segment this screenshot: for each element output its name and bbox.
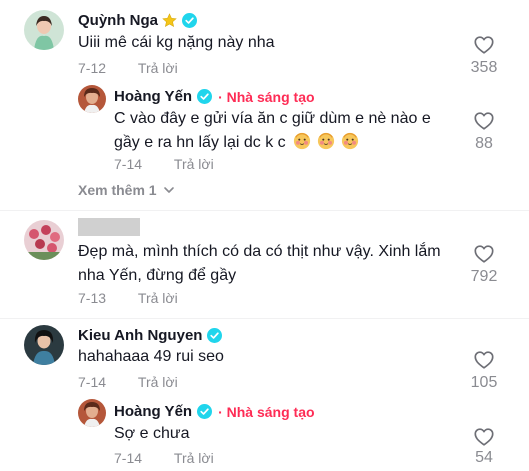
heart-icon[interactable]	[473, 243, 495, 265]
divider	[0, 318, 529, 319]
like-button[interactable]: 358	[464, 34, 504, 77]
like-count: 54	[475, 449, 493, 466]
redacted-username	[78, 218, 140, 236]
like-button[interactable]: 54	[464, 426, 504, 467]
avatar[interactable]	[78, 85, 106, 113]
creator-tag: · Nhà sáng tạo	[218, 88, 315, 105]
creator-tag: · Nhà sáng tạo	[218, 403, 315, 420]
comment-date: 7-12	[78, 60, 107, 76]
comment-text: hahahaaa 49 rui seo	[78, 348, 224, 365]
avatar[interactable]	[24, 325, 64, 365]
reply-date: 7-14	[114, 156, 143, 172]
view-more-replies-button[interactable]: Xem thêm 1	[78, 182, 175, 198]
divider	[0, 210, 529, 211]
reply-username[interactable]: Hoàng Yến	[114, 88, 192, 105]
chevron-down-icon[interactable]	[163, 184, 175, 196]
heart-icon[interactable]	[473, 34, 495, 56]
reply-button[interactable]: Trả lời	[138, 290, 178, 306]
reply-button[interactable]: Trả lời	[174, 450, 214, 466]
avatar[interactable]	[24, 220, 64, 260]
blush-face-icon	[341, 132, 359, 150]
verified-icon	[182, 13, 197, 28]
like-button[interactable]: 105	[464, 349, 504, 392]
heart-icon[interactable]	[473, 110, 495, 132]
reply-button[interactable]: Trả lời	[174, 156, 214, 172]
blush-face-icon	[293, 132, 311, 150]
reply-button[interactable]: Trả lời	[138, 60, 178, 76]
verified-icon	[197, 404, 212, 419]
comment-text: Đẹp mà, mình thích có da có thịt như vậy…	[78, 243, 441, 284]
heart-icon[interactable]	[473, 349, 495, 371]
comment-username[interactable]: Kieu Anh Nguyen	[78, 327, 202, 344]
comment-date: 7-13	[78, 290, 107, 306]
comment-text: Uiii mê cái kg nặng này nha	[78, 34, 275, 51]
comment-date: 7-14	[78, 374, 107, 390]
avatar[interactable]	[78, 399, 106, 427]
heart-icon[interactable]	[473, 426, 495, 448]
like-count: 105	[470, 374, 498, 391]
reply-button[interactable]: Trả lời	[138, 374, 178, 390]
reply-text: C vào đây e gửi vía ăn c giữ dùm e nè nà…	[114, 110, 431, 151]
like-button[interactable]: 792	[464, 243, 504, 286]
reply-username[interactable]: Hoàng Yến	[114, 403, 192, 420]
blush-face-icon	[317, 132, 335, 150]
reply-date: 7-14	[114, 450, 143, 466]
like-button[interactable]: 88	[464, 110, 504, 153]
verified-icon	[207, 328, 222, 343]
verified-icon	[197, 89, 212, 104]
reply-text: Sợ e chưa	[114, 425, 190, 442]
like-count: 792	[470, 268, 498, 285]
like-count: 358	[470, 59, 498, 76]
comment-username[interactable]: Quỳnh Nga	[78, 12, 158, 29]
avatar[interactable]	[24, 10, 64, 50]
like-count: 88	[475, 135, 493, 152]
star-badge-icon	[162, 13, 177, 27]
